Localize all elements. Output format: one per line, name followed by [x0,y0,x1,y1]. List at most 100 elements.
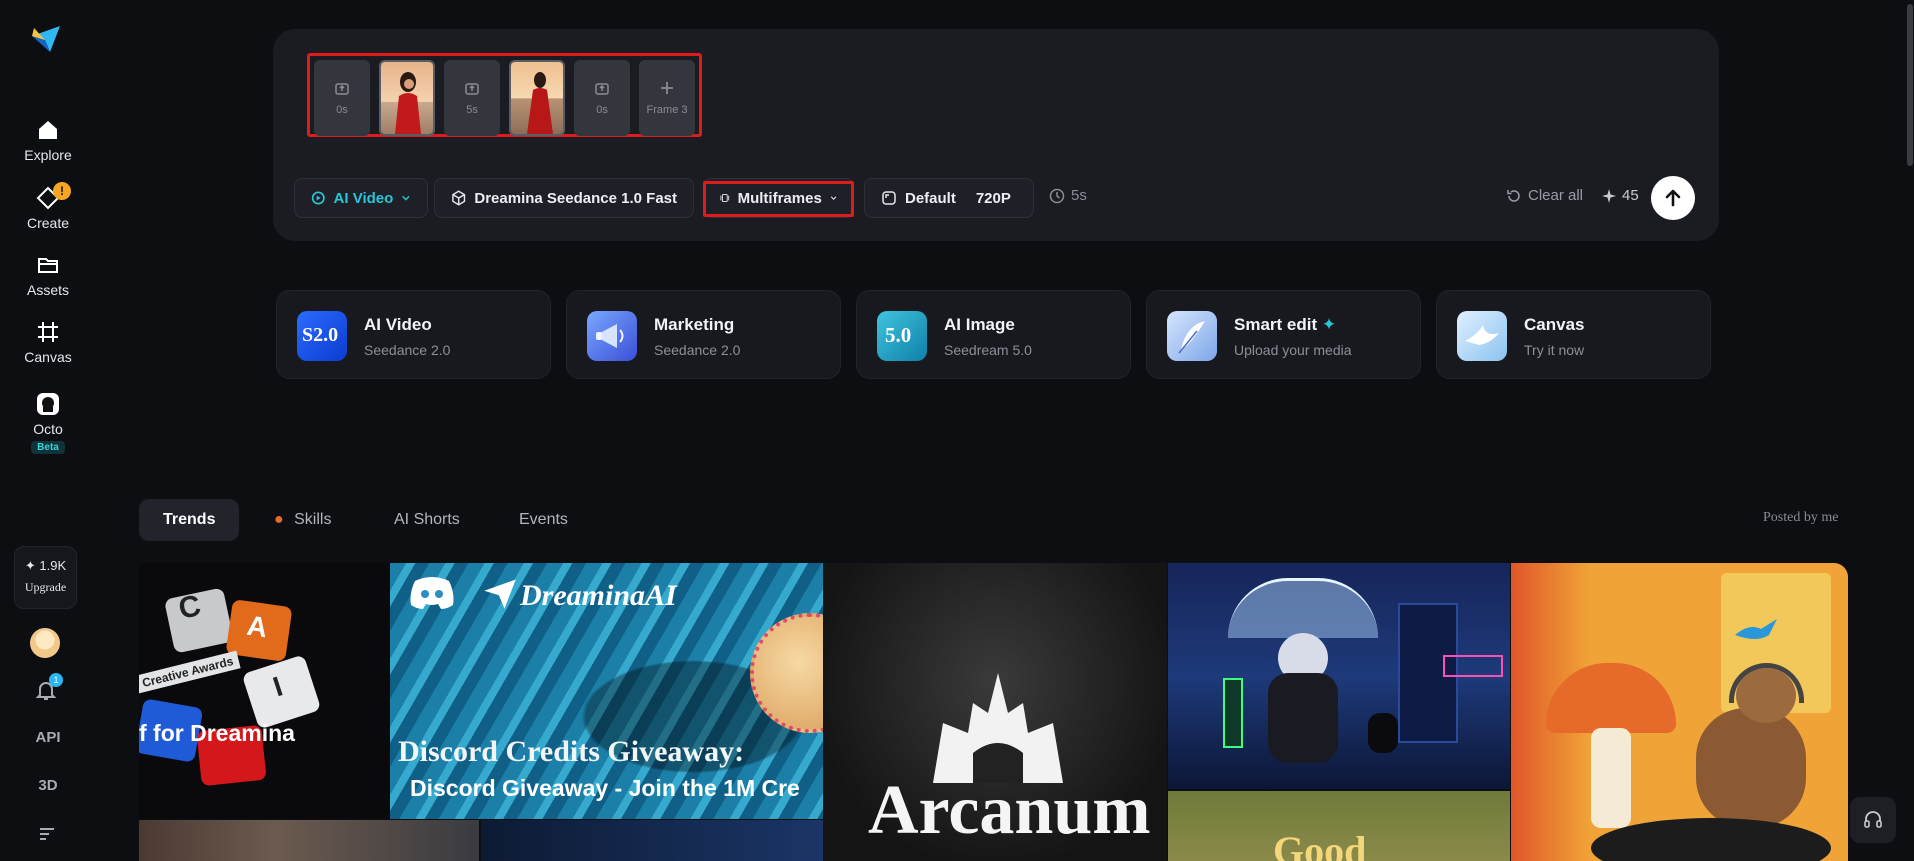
cost-value: 45 [1622,187,1639,204]
tile-brand: DreaminaAI [520,579,677,612]
add-frame-label: Frame 3 [646,104,688,116]
ai-video-thumb-label: S2.0 [302,324,339,346]
card-subtitle: Try it now [1524,342,1585,358]
gallery-tile-arcanum[interactable]: Arcanum [823,563,1167,861]
scrollbar-thumb[interactable] [1907,4,1913,166]
gallery-tile-mushroom-bear[interactable] [1511,563,1848,861]
frame-duration: 0s [336,104,348,116]
sidebar-item-label: Explore [24,147,72,163]
frame-strip: 0s 5s 0s Frame 3 [307,53,702,137]
frame-slot[interactable]: 5s [444,60,500,136]
quick-card-canvas[interactable]: Canvas Try it now [1436,290,1711,379]
gallery-tile-pixel-rain[interactable] [1168,563,1510,789]
ai-image-thumb: 5.0 [877,311,927,361]
generate-button[interactable] [1651,176,1695,220]
sidebar-item-canvas[interactable]: Canvas [0,319,96,365]
credits-value: 1.9K [39,558,67,573]
card-title: Smart edit ✦ [1234,315,1336,335]
bear-graphic [1696,708,1806,828]
duration-select[interactable]: 5s [1049,187,1087,204]
gallery-tile-good[interactable]: Good [1168,791,1510,861]
model-select[interactable]: Dreamina Seedance 1.0 Fast [434,178,694,218]
canvas-icon [38,322,58,342]
create-badge: ! [53,182,71,200]
gallery-tile-bottom-1[interactable] [139,820,479,861]
aspect-ratio-icon [882,191,896,205]
card-title: Marketing [654,315,735,334]
notification-badge: 1 [49,673,63,687]
home-icon [39,121,57,139]
frame-duration: 0s [596,104,608,116]
quick-card-smart-edit[interactable]: Smart edit ✦ Upload your media [1146,290,1421,379]
sidebar-item-label: Create [26,215,70,231]
sidebar-item-create[interactable]: ! Create [0,182,96,231]
neon-sign [1443,655,1503,677]
tab-events[interactable]: Events [519,499,568,541]
chevron-down-icon [830,196,837,200]
cat-graphic [1368,713,1398,753]
multiframes-select[interactable]: Multiframes [703,178,854,218]
upload-icon [465,83,479,95]
tile-subtitle: Discord Giveaway - Join the 1M Cre [410,775,800,801]
folder-icon [38,258,58,273]
api-link[interactable]: API [0,729,96,746]
frame-image[interactable] [378,60,436,136]
posted-by-me-filter[interactable]: Posted by me [1763,510,1838,526]
sidebar-item-assets[interactable]: Assets [0,252,96,298]
3d-link[interactable]: 3D [0,777,96,794]
mushroom-stem [1591,728,1631,828]
card-subtitle: Seedream 5.0 [944,342,1032,358]
mode-label: AI Video [333,189,394,207]
reset-icon [1507,189,1520,202]
gallery-tile-awards[interactable]: C A I Creative Awards f for Dreamina [139,563,390,819]
credits-count: ✦ 1.9K [24,558,67,573]
quick-card-marketing[interactable]: Marketing Seedance 2.0 [566,290,841,379]
frame-image[interactable] [509,60,566,136]
sidebar-item-label: Octo [33,421,63,437]
cube-icon [452,190,466,206]
dreamina-logo[interactable] [30,22,62,54]
tile-title: Good [1273,828,1367,861]
sparkle-icon: ✦ [1321,315,1337,334]
add-frame-button[interactable]: Frame 3 [639,60,695,136]
video-icon [311,191,325,205]
card-title: AI Video [364,315,432,334]
mode-select[interactable]: AI Video [294,178,428,218]
upload-icon [335,83,349,95]
upgrade-label: Upgrade [24,580,67,594]
marketing-thumb [587,311,637,361]
tab-skills-label: Skills [294,511,332,528]
ratio-resolution-select[interactable]: Default 720P [864,178,1034,218]
resolution-label: 720P [975,189,1011,207]
menu-icon[interactable] [38,826,56,842]
plus-icon [661,82,674,94]
tile-title: Arcanum [868,772,1151,849]
ratio-label: Default [905,189,956,207]
upgrade-button[interactable]: ✦ 1.9K Upgrade [14,546,77,609]
sidebar-item-octo[interactable]: Octo Beta [0,391,96,455]
tab-skills[interactable]: ● Skills [274,499,331,541]
model-label: Dreamina Seedance 1.0 Fast [474,189,677,207]
tab-ai-shorts[interactable]: AI Shorts [394,499,460,541]
duration-label: 5s [1071,187,1087,204]
gallery-tile-discord[interactable]: DreaminaAI Discord Credits Giveaway: Dis… [390,563,823,819]
ai-image-thumb-label: 5.0 [885,323,912,347]
sidebar-item-explore[interactable]: Explore [0,117,96,163]
tab-trends[interactable]: Trends [139,499,240,541]
clock-icon [1049,188,1065,203]
gallery-tile-bottom-2[interactable] [481,820,823,861]
card-title: Canvas [1524,315,1585,334]
ai-video-thumb: S2.0 [297,311,347,361]
quick-card-ai-video[interactable]: S2.0 AI Video Seedance 2.0 [276,290,551,379]
frame-slot[interactable]: 0s [574,60,631,136]
megaphone-icon [596,324,624,348]
clear-all-button[interactable]: Clear all [1506,187,1583,204]
support-button[interactable] [1850,797,1896,843]
smart-edit-thumb [1167,311,1217,361]
quick-card-ai-image[interactable]: 5.0 AI Image Seedream 5.0 [856,290,1131,379]
avatar[interactable] [30,628,60,658]
tile-headline: Discord Credits Giveaway: [398,735,745,768]
frame-slot[interactable]: 0s [314,60,370,136]
frame-duration: 5s [466,104,478,116]
card-title-text: Smart edit [1234,315,1318,334]
